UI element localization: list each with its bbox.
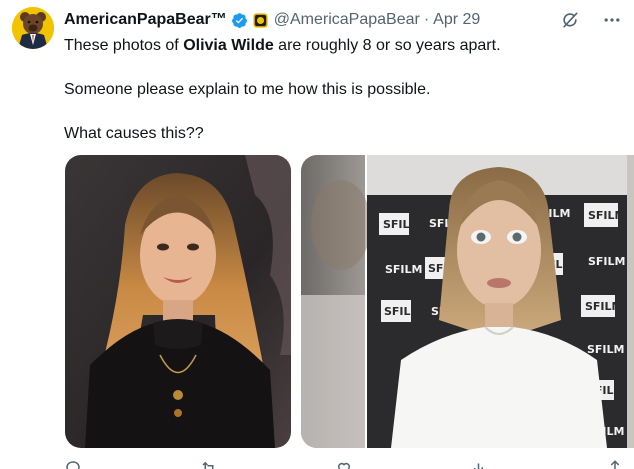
- tweet-text: These photos of Olivia Wilde are roughly…: [64, 35, 624, 145]
- tweet-line-1: These photos of Olivia Wilde are roughly…: [64, 37, 501, 54]
- tweet-line-3: What causes this??: [64, 125, 204, 142]
- avatar[interactable]: [12, 7, 54, 49]
- svg-text:SFILM: SFILM: [588, 255, 626, 268]
- tweet-date[interactable]: Apr 29: [433, 11, 480, 29]
- photo-2[interactable]: SFILM SFILM SFILM SFILM SFILM SFILM SFIL…: [301, 155, 634, 448]
- display-name[interactable]: AmericanPapaBear™: [64, 11, 227, 29]
- views-button[interactable]: [471, 459, 489, 469]
- svg-text:SFILM: SFILM: [384, 305, 422, 318]
- svg-text:SFILM: SFILM: [587, 343, 625, 356]
- like-button[interactable]: [335, 459, 353, 469]
- portrait-photo-black-turtleneck: [65, 155, 291, 448]
- views-icon: [473, 463, 483, 469]
- author-handle[interactable]: @AmericaPapaBear: [274, 11, 420, 29]
- svg-text:SFILM: SFILM: [588, 209, 626, 222]
- svg-text:SFILM: SFILM: [585, 300, 623, 313]
- bold-name: Olivia Wilde: [183, 37, 274, 54]
- repost-button[interactable]: [200, 459, 218, 469]
- reply-button[interactable]: [64, 459, 82, 469]
- gold-affiliate-badge-icon[interactable]: [252, 12, 269, 29]
- tweet-line-2: Someone please explain to me how this is…: [64, 81, 431, 98]
- separator-dot: ·: [423, 11, 430, 28]
- share-button[interactable]: [606, 459, 624, 469]
- repost-icon: [201, 461, 213, 469]
- bear-avatar-image: [12, 7, 54, 49]
- photo-1[interactable]: [65, 155, 291, 448]
- media-carousel: SFILM SFILM SFILM SFILM SFILM SFILM SFIL…: [65, 155, 634, 448]
- reply-icon: [66, 461, 80, 469]
- photo-sfilm-backdrop-white-tee: SFILM SFILM SFILM SFILM SFILM SFILM SFIL…: [301, 155, 634, 448]
- more-options-icon[interactable]: [602, 10, 622, 30]
- tweet-top-actions: [560, 10, 622, 30]
- grok-icon[interactable]: [560, 10, 580, 30]
- tweet-header: AmericanPapaBear™ @AmericaPapaBear · Apr…: [64, 9, 480, 31]
- share-icon: [610, 460, 620, 469]
- svg-text:SFILM: SFILM: [385, 263, 423, 276]
- heart-icon: [337, 462, 351, 469]
- verified-badge-icon[interactable]: [231, 12, 248, 29]
- tweet-actions: [64, 459, 624, 469]
- svg-text:SFILM: SFILM: [383, 218, 421, 231]
